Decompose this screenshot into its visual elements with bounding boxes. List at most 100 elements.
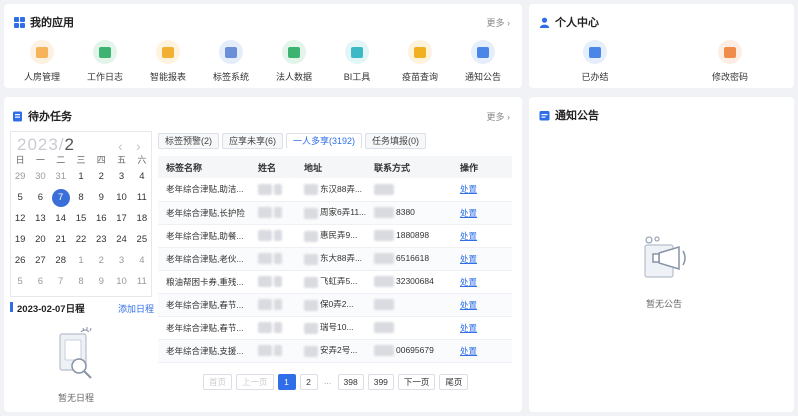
first-page-button[interactable]: 首页 xyxy=(203,374,233,390)
dispose-link[interactable]: 处置 xyxy=(460,184,477,194)
redacted-phone xyxy=(374,276,394,288)
calendar-day[interactable]: 1 xyxy=(71,166,91,187)
cell-op: 处置 xyxy=(452,293,512,317)
schedule-accent-bar xyxy=(10,302,13,312)
calendar-day[interactable]: 22 xyxy=(71,229,91,250)
weekday-label: 日 xyxy=(15,154,25,165)
app-database[interactable]: 法人数据 xyxy=(264,40,324,83)
table-row: 粮油帮困卡券,重残... 飞虹弄5... 32300684 处置 xyxy=(158,270,512,294)
redacted-name xyxy=(258,322,272,334)
calendar-day[interactable]: 11 xyxy=(132,271,152,292)
my-apps-title: 我的应用 xyxy=(14,14,74,30)
app-label: 标签系统 xyxy=(212,72,249,82)
calendar-day[interactable]: 30 xyxy=(30,166,50,187)
vaccine-icon xyxy=(408,40,432,64)
calendar-day[interactable]: 12 xyxy=(10,208,30,229)
calendar-day[interactable]: 28 xyxy=(51,250,71,271)
calendar-day[interactable]: 5 xyxy=(10,271,30,292)
redacted-address xyxy=(304,276,318,288)
calendar-day[interactable]: 3 xyxy=(111,166,131,187)
redacted-address xyxy=(304,322,318,334)
app-tag[interactable]: 标签系统 xyxy=(201,40,261,83)
calendar-day[interactable]: 31 xyxy=(51,166,71,187)
calendar-day[interactable]: 18 xyxy=(132,208,152,229)
weekday-label: 一 xyxy=(35,154,45,165)
calendar-day[interactable]: 13 xyxy=(30,208,50,229)
tab-3[interactable]: 任务填报(0) xyxy=(365,133,427,149)
dispose-link[interactable]: 处置 xyxy=(460,277,477,287)
calendar-day[interactable]: 23 xyxy=(91,229,111,250)
last-page-button[interactable]: 尾页 xyxy=(439,374,469,390)
dispose-link[interactable]: 处置 xyxy=(460,346,477,356)
calendar-day[interactable]: 14 xyxy=(51,208,71,229)
app-vaccine[interactable]: 疫苗查询 xyxy=(390,40,450,83)
redacted-name xyxy=(258,299,272,311)
page-button[interactable]: 2 xyxy=(299,374,318,390)
app-chart[interactable]: 通知公告 xyxy=(453,40,513,83)
calendar-day[interactable]: 19 xyxy=(10,229,30,250)
calendar-day[interactable]: 26 xyxy=(10,250,30,271)
empty-notice-icon xyxy=(644,236,686,278)
calendar-day-selected[interactable]: 7 xyxy=(51,187,71,208)
redacted-name xyxy=(274,299,282,311)
next-page-button[interactable]: 下一页 xyxy=(397,374,436,390)
page-button[interactable]: 399 xyxy=(367,374,394,390)
calendar-day[interactable]: 2 xyxy=(91,166,111,187)
cell-op: 处置 xyxy=(452,224,512,248)
calendar-day[interactable]: 2 xyxy=(91,250,111,271)
app-person-house[interactable]: 人房管理 xyxy=(12,40,72,83)
calendar-day[interactable]: 1 xyxy=(71,250,91,271)
calendar-day[interactable]: 21 xyxy=(51,229,71,250)
calendar-day[interactable]: 29 xyxy=(10,166,30,187)
column-header: 联系方式 xyxy=(366,156,452,178)
calendar-day[interactable]: 10 xyxy=(111,271,131,292)
tab-1[interactable]: 应享未享(6) xyxy=(222,133,283,149)
calendar-day[interactable]: 8 xyxy=(71,271,91,292)
redacted-name xyxy=(274,253,282,265)
personal-label: 修改密码 xyxy=(711,72,748,82)
app-label: 人房管理 xyxy=(23,72,60,82)
calendar-day[interactable]: 7 xyxy=(51,271,71,292)
column-header: 操作 xyxy=(452,156,512,178)
calendar-day[interactable]: 5 xyxy=(10,187,30,208)
calendar-day[interactable]: 6 xyxy=(30,187,50,208)
calendar-day[interactable]: 3 xyxy=(111,250,131,271)
apps-more-link[interactable]: 更多 › xyxy=(486,16,510,29)
calendar-day[interactable]: 10 xyxy=(111,187,131,208)
calendar-day[interactable]: 17 xyxy=(111,208,131,229)
calendar-day[interactable]: 9 xyxy=(91,187,111,208)
personal-lock[interactable]: 修改密码 xyxy=(690,40,770,83)
app-report[interactable]: 智能报表 xyxy=(138,40,198,83)
page-button[interactable]: 1 xyxy=(277,374,296,390)
dispose-link[interactable]: 处置 xyxy=(460,254,477,264)
cell-name xyxy=(250,293,296,317)
personal-done-doc[interactable]: 已办结 xyxy=(555,40,635,83)
add-schedule-link[interactable]: 添加日程 xyxy=(118,302,154,315)
calendar-day[interactable]: 16 xyxy=(91,208,111,229)
calendar-day[interactable]: 4 xyxy=(132,166,152,187)
tab-0[interactable]: 标签预警(2) xyxy=(158,133,219,149)
calendar-day[interactable]: 6 xyxy=(30,271,50,292)
app-bi[interactable]: BI工具 xyxy=(327,40,387,83)
prev-page-button[interactable]: 上一页 xyxy=(236,374,274,390)
calendar-day[interactable]: 24 xyxy=(111,229,131,250)
calendar-day[interactable]: 9 xyxy=(91,271,111,292)
tasks-more-link[interactable]: 更多 › xyxy=(486,110,510,123)
calendar-day[interactable]: 25 xyxy=(132,229,152,250)
dispose-link[interactable]: 处置 xyxy=(460,208,477,218)
tab-2[interactable]: 一人多享(3192) xyxy=(286,133,363,149)
page-button[interactable]: 398 xyxy=(337,374,364,390)
calendar-day[interactable]: 11 xyxy=(132,187,152,208)
calendar-day[interactable]: 15 xyxy=(71,208,91,229)
calendar-day[interactable]: 20 xyxy=(30,229,50,250)
cell-op: 处置 xyxy=(452,201,512,225)
calendar-day[interactable]: 4 xyxy=(132,250,152,271)
redacted-phone xyxy=(374,253,394,265)
app-house[interactable]: 工作日志 xyxy=(75,40,135,83)
cell-phone: 1880898 xyxy=(366,224,452,248)
calendar-day[interactable]: 8 xyxy=(71,187,91,208)
calendar-day[interactable]: 27 xyxy=(30,250,50,271)
dispose-link[interactable]: 处置 xyxy=(460,231,477,241)
dispose-link[interactable]: 处置 xyxy=(460,300,477,310)
dispose-link[interactable]: 处置 xyxy=(460,323,477,333)
